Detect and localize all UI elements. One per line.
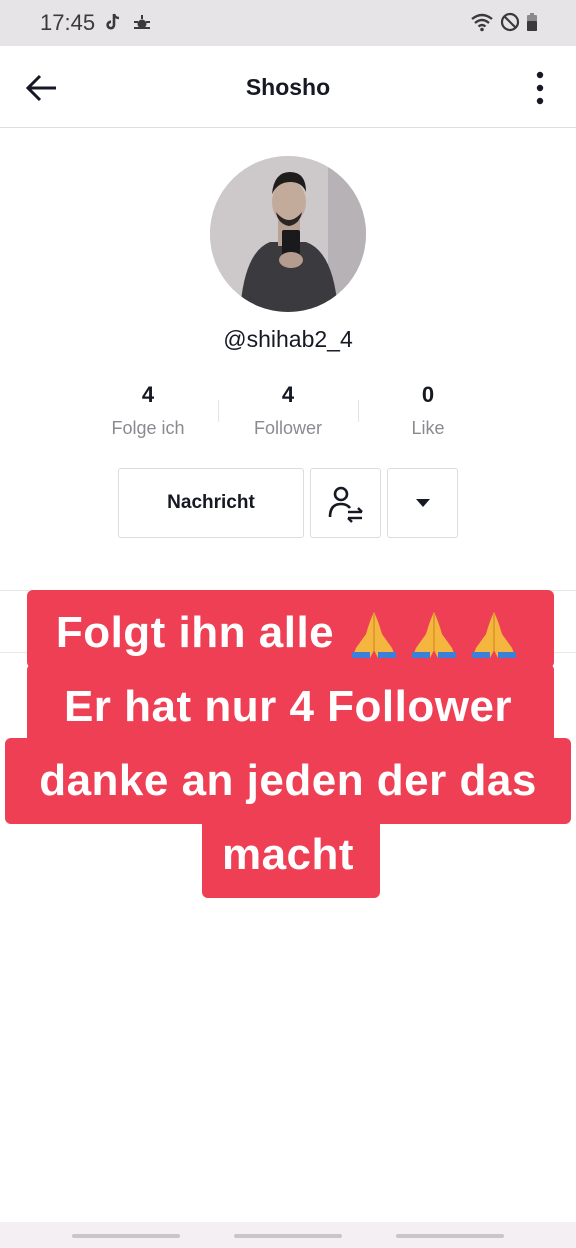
stat-label: Follower [253,418,323,438]
username: @shihab2_4 [223,326,353,352]
do-not-disturb-icon [500,12,520,37]
stat-label: Folge ich [111,418,185,438]
status-time: 17:45 [40,10,96,35]
more-options-button[interactable] [530,70,550,106]
emoji-row [348,610,520,660]
stat-likes[interactable]: 0 Like [358,382,498,439]
stat-value: 4 [281,382,295,407]
avatar[interactable] [210,156,366,312]
nav-back[interactable] [396,1234,504,1238]
profile-stats: 4 Folge ich 4 Follower 0 Like [78,382,498,446]
wifi-icon [470,12,494,37]
more-actions-button[interactable] [387,468,458,538]
user-swap-icon [328,486,363,523]
weather-icon [132,12,152,37]
praying-hands-icon [412,612,457,659]
system-nav-bar [0,1222,576,1248]
caption-text: Folgt ihn alle [55,608,335,657]
nav-recents[interactable] [72,1234,180,1238]
message-button[interactable]: Nachricht [118,468,304,538]
profile-header: Shosho [0,46,576,128]
nav-home[interactable] [234,1234,342,1238]
status-bar: 17:45 [0,0,576,46]
follow-toggle-button[interactable] [310,468,381,538]
stat-followers[interactable]: 4 Follower [218,382,358,439]
caption-line-2: Er hat nur 4 Follower [63,682,513,731]
tiktok-icon [104,12,122,37]
stat-following[interactable]: 4 Folge ich [78,382,218,439]
caption-line-4: macht [221,830,355,879]
status-right-icons [470,12,538,37]
page-title: Shosho [245,74,331,100]
caption-line-3: danke an jeden der das [39,756,537,805]
stat-label: Like [411,418,445,438]
status-left-icons [104,12,152,37]
praying-hands-icon [352,612,397,659]
battery-icon [526,12,538,37]
profile-photo [210,156,366,312]
stat-value: 0 [421,382,435,407]
more-vertical-icon [536,71,544,105]
caret-down-icon [415,499,430,507]
caption-line-1: Folgt ihn alle [0,608,576,660]
praying-hands-icon [472,612,517,659]
stat-value: 4 [141,382,155,407]
